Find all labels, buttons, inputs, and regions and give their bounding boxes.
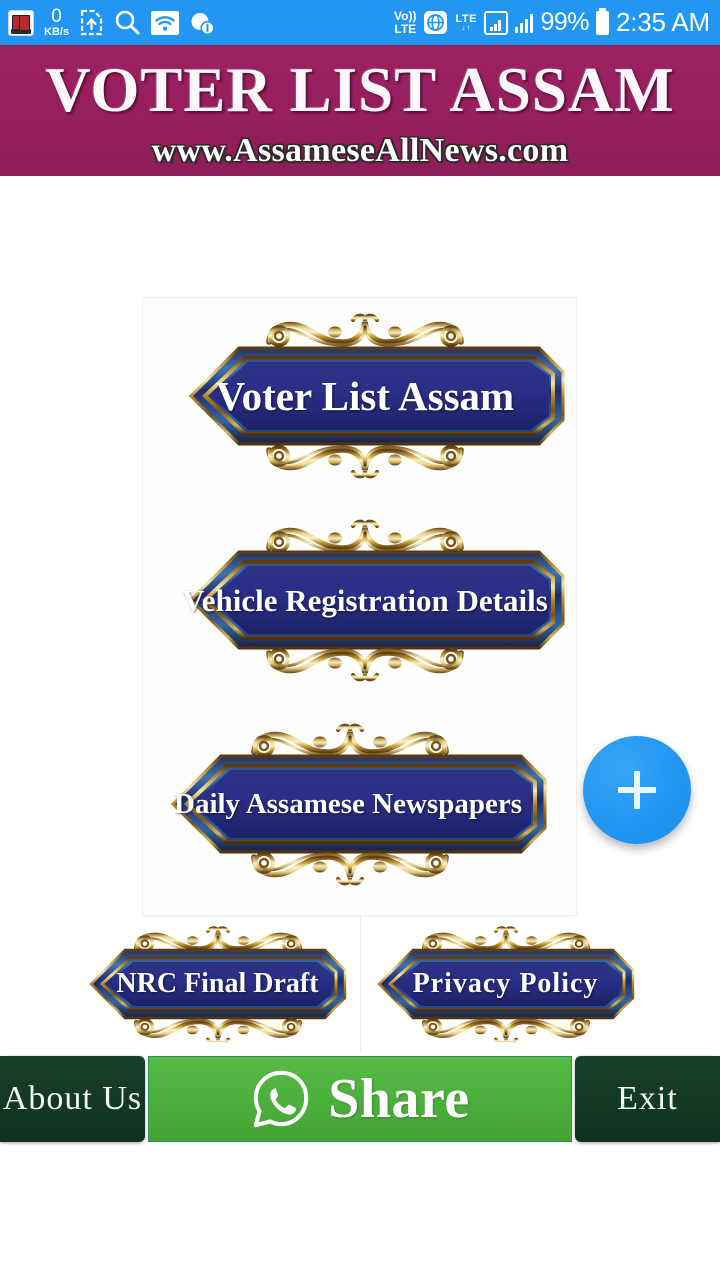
data-saver-icon bbox=[189, 11, 215, 35]
privacy-policy-button[interactable]: Privacy Policy bbox=[365, 925, 646, 1042]
sim-globe-icon bbox=[423, 10, 448, 35]
bottom-row-divider bbox=[360, 915, 361, 1053]
header-website-url: www.AssameseAllNews.com bbox=[151, 132, 569, 169]
status-bar-right: Vo)) LTE LTE ↓↑ 99% 2:35 AM bbox=[394, 7, 720, 38]
lte-arrows: ↓↑ bbox=[461, 22, 472, 32]
plus-icon bbox=[618, 771, 656, 809]
exit-label: Exit bbox=[617, 1080, 678, 1117]
add-fab-button[interactable] bbox=[583, 736, 691, 844]
whatsapp-icon bbox=[250, 1068, 312, 1130]
about-us-label: About Us bbox=[2, 1080, 143, 1117]
network-speed-unit: KB/s bbox=[44, 26, 70, 38]
sim-card-upload-icon bbox=[79, 9, 104, 36]
book-app-icon bbox=[8, 9, 34, 36]
app-root: 0 KB/s Vo)) LTE LTE ↓↑ 99% 2:35 AM VOTER… bbox=[0, 0, 720, 1280]
wifi-icon bbox=[151, 10, 180, 35]
voter-list-assam-button[interactable]: Voter List Assam bbox=[155, 310, 575, 482]
network-speed-value: 0 bbox=[51, 6, 62, 27]
status-clock: 2:35 AM bbox=[616, 7, 710, 37]
about-us-button[interactable]: About Us bbox=[0, 1056, 145, 1142]
volte-line2: LTE bbox=[394, 21, 417, 36]
volte-line1: Vo)) bbox=[394, 9, 417, 24]
exit-button[interactable]: Exit bbox=[575, 1056, 720, 1142]
share-button[interactable]: Share bbox=[148, 1056, 572, 1142]
volte-icon: Vo)) LTE bbox=[394, 9, 417, 36]
signal-bars-icon bbox=[514, 13, 534, 33]
status-bar-left: 0 KB/s bbox=[0, 7, 215, 38]
status-bar: 0 KB/s Vo)) LTE LTE ↓↑ 99% 2:35 AM bbox=[0, 0, 720, 45]
app-header-banner: VOTER LIST ASSAM www.AssameseAllNews.com bbox=[0, 45, 720, 176]
battery-percent: 99% bbox=[540, 8, 589, 36]
bottom-action-bar: About Us Share Exit bbox=[0, 1056, 720, 1142]
nrc-final-draft-button[interactable]: NRC Final Draft bbox=[77, 925, 358, 1042]
vehicle-registration-details-button[interactable]: Vehicle Registration Details bbox=[155, 518, 575, 683]
share-label: Share bbox=[328, 1068, 470, 1130]
daily-assamese-newspapers-button[interactable]: Daily Assamese Newspapers bbox=[155, 722, 575, 887]
page-title: VOTER LIST ASSAM bbox=[45, 55, 675, 125]
battery-full-icon bbox=[596, 7, 609, 35]
lte-indicator: LTE ↓↑ bbox=[455, 13, 476, 32]
signal-box-icon bbox=[483, 10, 508, 35]
network-speed-indicator: 0 KB/s bbox=[44, 7, 69, 38]
search-icon bbox=[114, 9, 141, 36]
